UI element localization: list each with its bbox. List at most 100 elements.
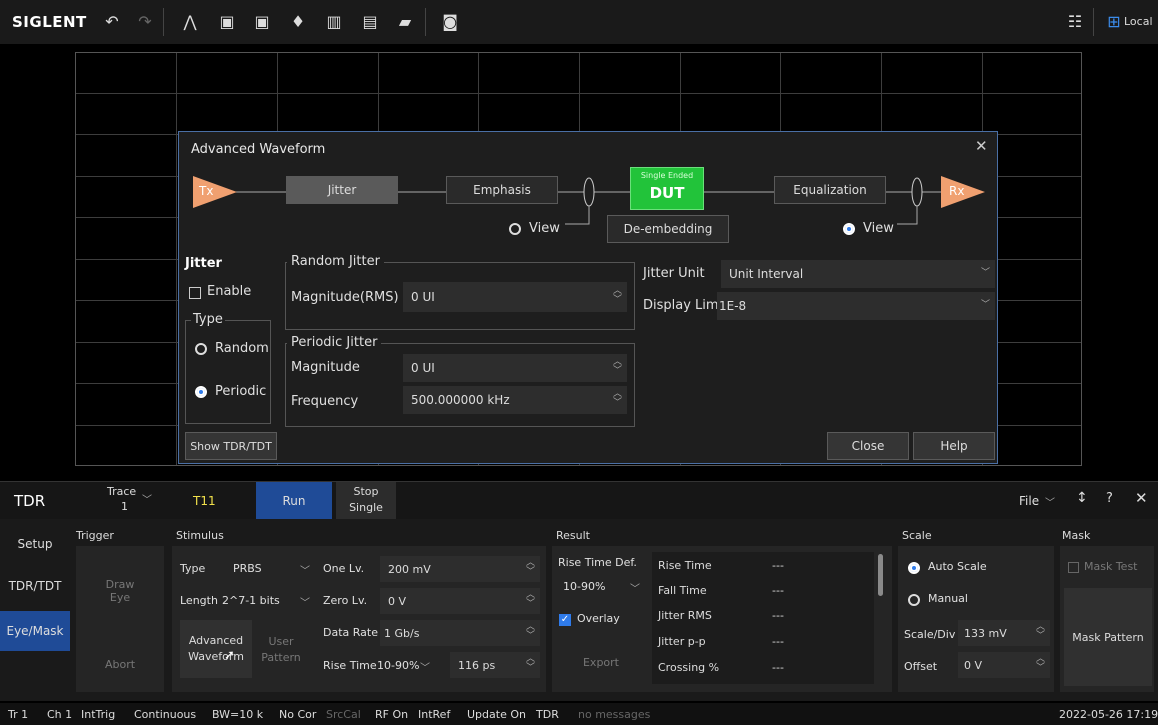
help-icon[interactable]: ? bbox=[1106, 491, 1113, 506]
status-update[interactable]: Update On bbox=[467, 708, 526, 721]
add-trace-icon[interactable]: ▣ bbox=[215, 9, 239, 33]
toolbar bbox=[0, 0, 1158, 44]
result-name: Jitter RMS bbox=[658, 609, 712, 622]
chevron-down-icon: ﹀ bbox=[630, 584, 640, 595]
manual-radio[interactable] bbox=[908, 594, 920, 606]
close-button[interactable]: Close bbox=[827, 432, 909, 460]
status-srccal[interactable]: SrcCal bbox=[326, 708, 361, 721]
trace-select[interactable]: Trace 1 ﹀ bbox=[84, 483, 164, 517]
undo-icon[interactable]: ↶ bbox=[100, 9, 124, 33]
chevron-down-icon: ﹀ bbox=[1045, 498, 1055, 509]
chevron-down-icon: ﹀ bbox=[300, 598, 310, 609]
result-scrollbar[interactable] bbox=[878, 554, 883, 596]
result-value: --- bbox=[772, 661, 784, 674]
stop-single-button[interactable]: Stop Single bbox=[336, 482, 396, 519]
jitter-block-button[interactable]: Jitter bbox=[286, 176, 398, 204]
mask-test-checkbox[interactable] bbox=[1068, 562, 1079, 573]
status-trace[interactable]: Tr 1 bbox=[8, 708, 28, 721]
one-level-input[interactable]: 200 mV ︿ ﹀ bbox=[380, 556, 540, 582]
enable-checkbox[interactable] bbox=[189, 287, 201, 299]
local-label: Local bbox=[1124, 15, 1153, 28]
status-datetime: 2022-05-26 17:19 bbox=[1059, 708, 1158, 721]
type-field-label: Type bbox=[180, 562, 206, 575]
screenshot-icon[interactable]: ◙ bbox=[438, 9, 462, 33]
de-embedding-button[interactable]: De-embedding bbox=[607, 215, 729, 243]
pj-frequency-input[interactable]: 500.000000 kHz ︿ ﹀ bbox=[403, 386, 627, 414]
result-name: Fall Time bbox=[658, 584, 707, 597]
tab-setup[interactable]: Setup bbox=[0, 524, 70, 564]
random-jitter-heading: Random Jitter bbox=[287, 254, 384, 269]
resize-icon[interactable]: ↕ bbox=[1076, 490, 1088, 506]
display-limit-value: 1E-8 bbox=[719, 299, 747, 313]
add-marker-icon[interactable]: ⋀ bbox=[178, 9, 202, 33]
emphasis-block-button[interactable]: Emphasis bbox=[446, 176, 558, 204]
overlay-checkbox[interactable]: ✓ bbox=[559, 614, 571, 626]
offset-input[interactable]: 0 V ︿ ﹀ bbox=[958, 652, 1050, 678]
rise-def-label: Rise Time Def. bbox=[558, 556, 637, 569]
length-value[interactable]: 2^7-1 bits bbox=[222, 594, 280, 607]
pj-magnitude-input[interactable]: 0 UI ︿ ﹀ bbox=[403, 354, 627, 382]
pj-frequency-label: Frequency bbox=[291, 394, 359, 409]
data-rate-input[interactable]: 1 Gb/s ︿ ﹀ bbox=[380, 620, 540, 646]
rise-time-input[interactable]: 116 ps ︿ ﹀ bbox=[450, 652, 540, 678]
status-correction[interactable]: No Cor bbox=[279, 708, 316, 721]
view-left-radio[interactable] bbox=[509, 223, 521, 235]
close-panel-icon[interactable]: ✕ bbox=[1135, 489, 1148, 507]
display-limit-select[interactable]: 1E-8 ﹀ bbox=[717, 292, 995, 320]
export-button[interactable]: Export bbox=[554, 656, 648, 669]
status-reference[interactable]: IntRef bbox=[418, 708, 450, 721]
jitter-unit-select[interactable]: Unit Interval ﹀ bbox=[721, 260, 995, 288]
scale-div-input[interactable]: 133 mV ︿ ﹀ bbox=[958, 620, 1050, 646]
tab-eye-mask[interactable]: Eye/Mask bbox=[0, 611, 70, 651]
file-menu[interactable]: File bbox=[1019, 494, 1039, 508]
mask-pattern-button[interactable]: Mask Pattern bbox=[1064, 588, 1152, 686]
user-pattern-button[interactable]: User Pattern bbox=[256, 634, 306, 666]
status-trigger[interactable]: IntTrig bbox=[81, 708, 115, 721]
add-channel-icon[interactable]: ▣ bbox=[250, 9, 274, 33]
run-button[interactable]: Run bbox=[256, 482, 332, 519]
result-name: Rise Time bbox=[658, 559, 712, 572]
open-folder-icon[interactable]: ▰ bbox=[393, 9, 417, 33]
auto-scale-radio[interactable] bbox=[908, 562, 920, 574]
show-tdr-button[interactable]: Show TDR/TDT bbox=[185, 432, 277, 460]
rise-mode-value[interactable]: 10-90% bbox=[377, 659, 419, 672]
abort-button[interactable]: Abort bbox=[76, 658, 164, 671]
periodic-radio[interactable] bbox=[195, 386, 207, 398]
draw-eye-button[interactable]: Draw Eye bbox=[76, 578, 164, 604]
dut-type-label: Single Ended bbox=[640, 171, 694, 180]
close-icon[interactable]: ✕ bbox=[975, 137, 988, 155]
panel-header bbox=[0, 481, 1158, 519]
rise-def-value[interactable]: 10-90% bbox=[563, 580, 605, 593]
chevron-down-icon: ﹀ bbox=[420, 663, 430, 674]
status-channel[interactable]: Ch 1 bbox=[47, 708, 72, 721]
overlay-label: Overlay bbox=[577, 612, 620, 625]
auto-scale-label: Auto Scale bbox=[928, 560, 987, 573]
jitter-heading: Jitter bbox=[185, 256, 222, 271]
save-icon[interactable]: ▤ bbox=[358, 9, 382, 33]
network-icon[interactable]: ⊞ bbox=[1102, 9, 1126, 33]
chevron-down-icon: ﹀ bbox=[300, 566, 310, 577]
status-rf[interactable]: RF On bbox=[375, 708, 408, 721]
help-button[interactable]: Help bbox=[913, 432, 995, 460]
view-right-radio[interactable] bbox=[843, 223, 855, 235]
zero-level-input[interactable]: 0 V ︿ ﹀ bbox=[380, 588, 540, 614]
equalization-block-button[interactable]: Equalization bbox=[774, 176, 886, 204]
mouse-cursor-icon: ➚ bbox=[224, 648, 235, 663]
advanced-waveform-button[interactable]: Advanced Waveform bbox=[180, 620, 252, 678]
status-mode[interactable]: TDR bbox=[536, 708, 559, 721]
add-calibration-icon[interactable]: ♦ bbox=[286, 9, 310, 33]
status-bandwidth[interactable]: BW=10 k bbox=[212, 708, 263, 721]
random-radio[interactable] bbox=[195, 343, 207, 355]
result-heading: Result bbox=[556, 529, 590, 542]
manual-label: Manual bbox=[928, 592, 968, 605]
type-value[interactable]: PRBS bbox=[233, 562, 262, 575]
status-sweep[interactable]: Continuous bbox=[134, 708, 196, 721]
dut-block-button[interactable]: Single Ended DUT bbox=[630, 167, 704, 210]
layout-icon[interactable]: ☷ bbox=[1063, 9, 1087, 33]
tab-tdr-tdt[interactable]: TDR/TDT bbox=[0, 566, 70, 606]
scale-heading: Scale bbox=[902, 529, 932, 542]
delete-trace-icon[interactable]: ▥ bbox=[322, 9, 346, 33]
trace-name: T11 bbox=[193, 494, 216, 508]
rms-magnitude-input[interactable]: 0 UI ︿ ﹀ bbox=[403, 282, 627, 312]
redo-icon[interactable]: ↷ bbox=[133, 9, 157, 33]
